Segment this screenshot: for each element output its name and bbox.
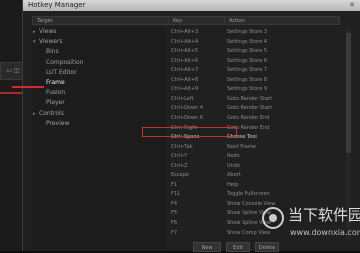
- tree-item[interactable]: Preview: [46, 120, 69, 128]
- hotkey-row[interactable]: Ctrl+Down 4 Goto Render Start: [168, 104, 340, 112]
- hotkey-row[interactable]: F11 Toggle Fullscreen: [168, 190, 340, 198]
- hotkey-row[interactable]: Ctrl+Alt+9 Settings Store 9: [168, 85, 340, 93]
- hotkey-key: Ctrl+Z: [171, 162, 188, 169]
- hotkey-row[interactable]: Ctrl+Alt+5 Settings Store 5: [168, 47, 340, 55]
- hotkey-key: F6: [171, 220, 178, 226]
- hotkey-action: Goto Render Start: [227, 105, 273, 112]
- hotkey-action: Undo: [227, 162, 241, 169]
- hotkey-action: Redo: [227, 153, 240, 160]
- tree-expand-icon[interactable]: ▸: [33, 110, 36, 118]
- hotkey-key: Ctrl+Tab: [171, 143, 193, 150]
- hotkey-action: Settings Store 9: [227, 86, 268, 93]
- tree-item[interactable]: Viewers: [39, 38, 63, 46]
- hotkey-row[interactable]: Ctrl+Alt+4 Settings Store 4: [168, 38, 340, 46]
- hotkey-row[interactable]: Ctrl+Down 6 Goto Render End: [168, 114, 340, 122]
- hotkey-key: Ctrl+Down 4: [171, 105, 204, 112]
- close-icon[interactable]: ✕: [346, 1, 358, 10]
- highlight-box: [142, 127, 237, 137]
- hotkey-key: Ctrl+Alt+8: [171, 76, 199, 83]
- hotkey-action: Help: [227, 181, 239, 188]
- watermark-text: 当下软件园: [288, 206, 360, 224]
- tree-item[interactable]: Player: [46, 99, 65, 107]
- tree-expand-icon[interactable]: ▾: [33, 38, 36, 46]
- hotkey-row[interactable]: Ctrl+Alt+3 Settings Store 3: [168, 28, 340, 36]
- tree-item[interactable]: Controls: [39, 110, 64, 118]
- tree-item[interactable]: Views: [39, 28, 56, 36]
- target-tree: ▸ Views ▾ Viewers Bins Composition LUT Editor F…: [32, 27, 166, 249]
- hotkey-row[interactable]: Ctrl+Z Undo: [168, 162, 340, 170]
- hotkey-row[interactable]: Ctrl+Alt+7 Settings Store 7: [168, 66, 340, 74]
- hotkey-action: Settings Store 4: [227, 38, 268, 45]
- column-header-target[interactable]: Target: [32, 16, 181, 25]
- column-header-action[interactable]: Action: [224, 16, 340, 25]
- hotkey-key: F5: [171, 210, 178, 217]
- hotkey-key: Ctrl+Alt+7: [171, 67, 199, 74]
- hotkey-key: F4: [171, 200, 178, 207]
- hotkey-key: Ctrl+Alt+4: [171, 38, 199, 45]
- hotkey-action: Goto Render End: [227, 114, 270, 121]
- hotkey-key: F11: [171, 191, 181, 198]
- hotkey-row[interactable]: F1 Help: [168, 181, 340, 189]
- hotkey-row[interactable]: Escape Abort: [168, 171, 340, 179]
- hotkey-key: Ctrl+Down 6: [171, 114, 204, 121]
- background-accent-line: [0, 92, 22, 94]
- hotkey-action: Toggle Fullscreen: [227, 191, 270, 198]
- hotkey-row[interactable]: Ctrl+Alt+6 Settings Store 6: [168, 57, 340, 65]
- hotkey-row[interactable]: Ctrl+Left Goto Render Start: [168, 95, 340, 103]
- hotkey-action: Goto Render Start: [227, 95, 273, 102]
- tree-item[interactable]: Composition: [46, 59, 83, 67]
- watermark-logo-icon: [262, 207, 284, 229]
- hotkey-action: Settings Store 7: [227, 67, 268, 74]
- scrollbar-thumb[interactable]: [346, 33, 351, 153]
- watermark-url: www.downxia.com: [290, 228, 360, 237]
- hotkey-key: Ctrl+Alt+3: [171, 29, 199, 35]
- hotkey-row[interactable]: Ctrl+Alt+8 Settings Store 8: [168, 76, 340, 84]
- frame-underline: [12, 86, 44, 88]
- hotkey-action: Settings Store 5: [227, 48, 268, 55]
- tree-item[interactable]: Fusion: [46, 89, 65, 97]
- hotkey-action: Settings Store 3: [227, 29, 268, 35]
- hotkey-action: Next Frame: [227, 143, 256, 150]
- hotkey-key: Escape: [171, 172, 189, 179]
- hotkey-action: Settings Store 6: [227, 57, 268, 64]
- hotkey-row[interactable]: Ctrl+Tab Next Frame: [168, 143, 340, 151]
- tree-expand-icon[interactable]: ▸: [33, 28, 36, 36]
- title-bar[interactable]: Hotkey Manager ✕: [23, 0, 360, 11]
- hotkey-key: Ctrl+Y: [171, 153, 188, 160]
- hotkey-key: Ctrl+Alt+6: [171, 57, 199, 64]
- tree-item[interactable]: LUT Editor: [46, 69, 77, 77]
- hotkey-key: Ctrl+Alt+5: [171, 48, 199, 55]
- window-title: Hotkey Manager: [28, 1, 86, 9]
- hotkey-row[interactable]: Ctrl+Y Redo: [168, 152, 340, 160]
- watermark: 当下软件园 www.downxia.com: [262, 206, 360, 250]
- hotkey-action: Abort: [227, 172, 241, 179]
- hotkey-key: F7: [171, 229, 178, 236]
- hotkey-key: F1: [171, 181, 178, 188]
- column-header-key[interactable]: Key: [168, 16, 225, 25]
- tree-item[interactable]: Bins: [46, 48, 59, 56]
- tree-item[interactable]: Frame: [46, 79, 65, 87]
- hotkey-action: Settings Store 8: [227, 76, 268, 83]
- hotkey-key: Ctrl+Left: [171, 95, 194, 102]
- hotkey-key: Ctrl+Alt+9: [171, 86, 199, 93]
